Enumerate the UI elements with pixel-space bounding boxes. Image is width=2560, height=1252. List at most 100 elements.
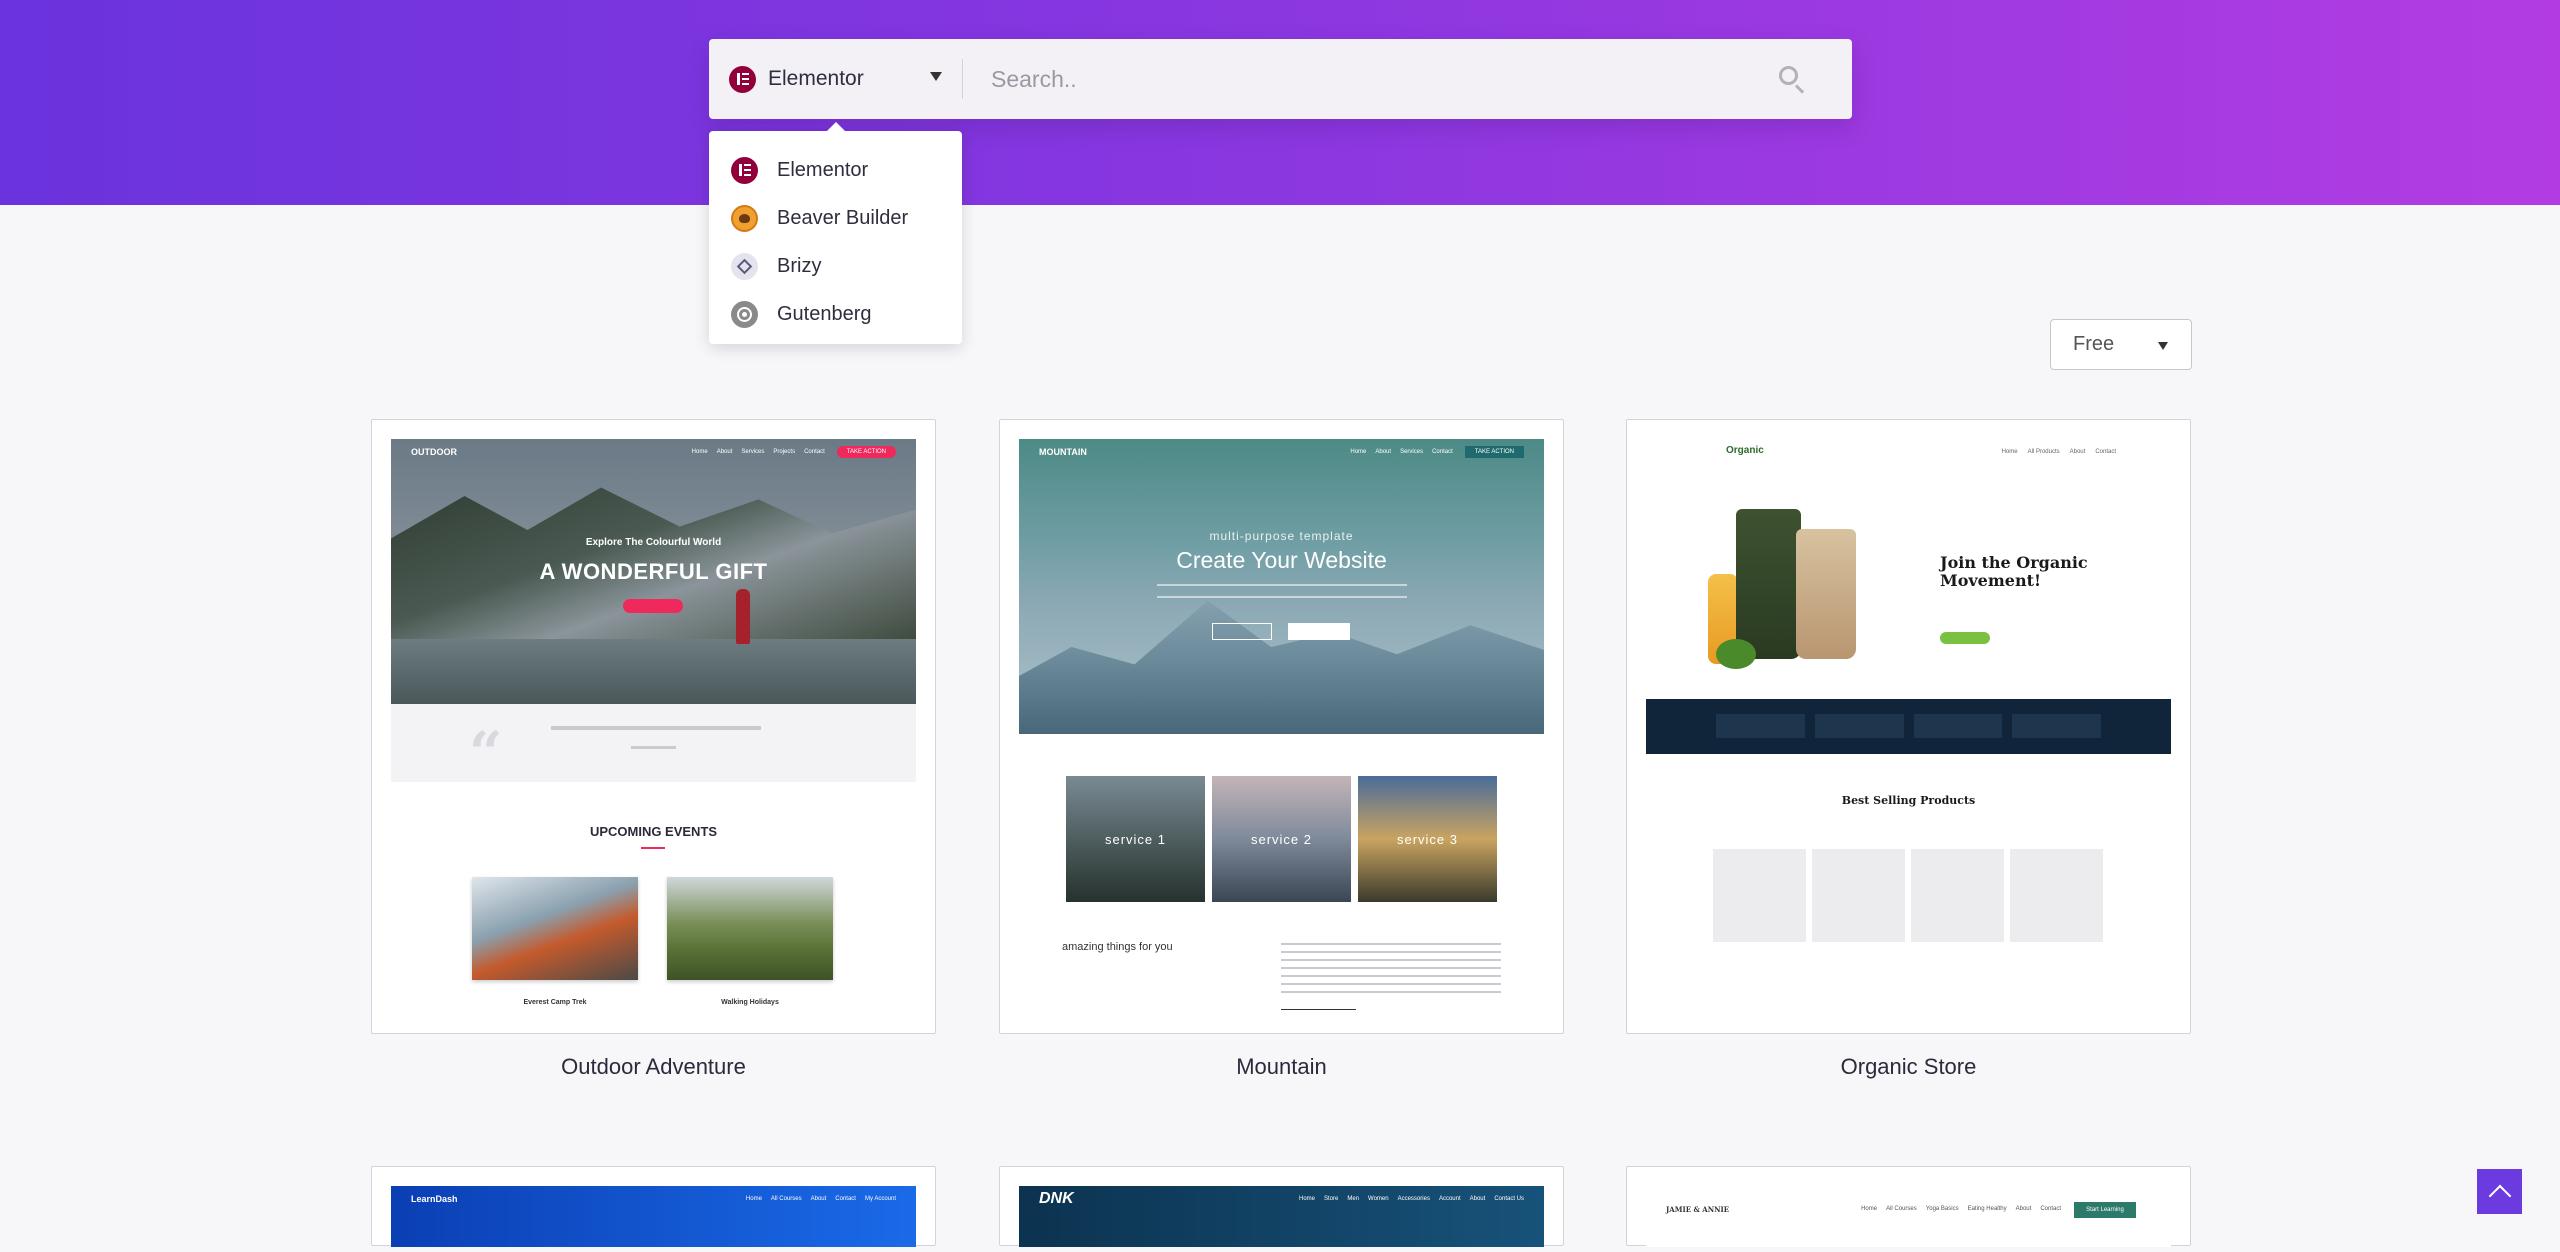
dropdown-item-label: Gutenberg bbox=[777, 302, 872, 325]
template-preview: JAMIE & ANNIE Home All Courses Yoga Basi… bbox=[1646, 1186, 2171, 1247]
gutenberg-icon bbox=[731, 300, 758, 328]
page-builder-selected-label: Elementor bbox=[768, 67, 864, 90]
preview-product-tile bbox=[1812, 849, 1905, 942]
brizy-icon bbox=[731, 252, 758, 280]
preview-product-tile bbox=[2010, 849, 2103, 942]
template-title[interactable]: Organic Store bbox=[1626, 1054, 2191, 1080]
preview-nav-link: About bbox=[1469, 1196, 1486, 1202]
preview-product-bag bbox=[1796, 529, 1856, 659]
template-preview: Organic Home All Products About Contact … bbox=[1646, 439, 2171, 1016]
template-card[interactable]: LearnDash Home All Courses About Contact… bbox=[371, 1166, 936, 1247]
preview-nav-link: Men bbox=[1347, 1196, 1360, 1202]
preview-subheading: Explore The Colourful World bbox=[585, 537, 722, 548]
template-preview: LearnDash Home All Courses About Contact… bbox=[391, 1186, 916, 1247]
beaver-builder-icon bbox=[731, 204, 758, 232]
dropdown-item-gutenberg[interactable]: Gutenberg bbox=[709, 290, 962, 338]
preview-subheading: multi-purpose template bbox=[1209, 529, 1354, 543]
dropdown-item-label: Elementor bbox=[777, 158, 869, 181]
template-search-bar: Elementor bbox=[709, 39, 1852, 119]
preview-nav-link: All Courses bbox=[770, 1196, 802, 1202]
quote-icon: “ bbox=[469, 719, 503, 787]
template-preview: DNK Home Store Men Women Accessories Acc… bbox=[1019, 1186, 1544, 1247]
preview-nav: Home All Products About Contact bbox=[2002, 449, 2116, 455]
preview-service-tile: service 1 bbox=[1066, 776, 1205, 902]
template-title[interactable]: Mountain bbox=[999, 1054, 1564, 1080]
preview-nav-link: Yoga Basics bbox=[1925, 1206, 1959, 1212]
price-filter-select[interactable]: Free bbox=[2050, 319, 2192, 370]
preview-service-tile: service 2 bbox=[1212, 776, 1351, 902]
preview-logo: DNK bbox=[1039, 1190, 1074, 1207]
preview-nav-link: About bbox=[810, 1196, 827, 1202]
preview-heading: A WONDERFUL GIFT bbox=[539, 559, 768, 584]
preview-button bbox=[1940, 632, 1990, 644]
preview-nav: MOUNTAIN Home About Services Contact TAK… bbox=[1019, 439, 1544, 465]
preview-section-title: Best Selling Products bbox=[1841, 794, 1976, 807]
preview-cta: TAKE ACTION bbox=[1464, 446, 1524, 458]
preview-nav-link: Contact bbox=[2040, 1206, 2061, 1212]
preview-nav-link: Home bbox=[2001, 449, 2018, 455]
search-input[interactable] bbox=[963, 39, 1777, 119]
page-builder-select[interactable]: Elementor bbox=[709, 39, 962, 119]
preview-button bbox=[1281, 1009, 1356, 1016]
preview-nav: LearnDash Home All Courses About Contact… bbox=[391, 1186, 916, 1212]
dropdown-item-elementor[interactable]: Elementor bbox=[709, 146, 962, 194]
preview-nav-link: All Courses bbox=[1886, 1206, 1917, 1212]
preview-nav-link: My Account bbox=[864, 1196, 896, 1202]
preview-lake bbox=[391, 639, 916, 704]
preview-heading: Create Your Website bbox=[1176, 547, 1387, 573]
preview-nav-link: About bbox=[1375, 449, 1392, 455]
preview-nav-link: Home bbox=[1298, 1196, 1315, 1202]
preview-person bbox=[736, 589, 750, 644]
scroll-to-top-button[interactable] bbox=[2477, 1169, 2522, 1214]
preview-product-tile bbox=[1713, 849, 1806, 942]
preview-event-caption: Everest Camp Trek bbox=[523, 999, 587, 1006]
preview-button bbox=[1288, 623, 1350, 640]
elementor-icon bbox=[729, 65, 756, 93]
preview-nav-link: Accessories bbox=[1397, 1196, 1430, 1202]
preview-nav-link: Services bbox=[741, 449, 765, 455]
page-builder-dropdown: Elementor Beaver Builder Brizy Gutenberg bbox=[709, 122, 962, 344]
preview-nav-link: Store bbox=[1324, 1196, 1339, 1202]
preview-nav-link: Contact bbox=[804, 449, 825, 455]
preview-event-caption: Walking Holidays bbox=[721, 999, 779, 1006]
template-card-mountain[interactable]: MOUNTAIN Home About Services Contact TAK… bbox=[999, 419, 1564, 1034]
preview-event-image bbox=[472, 877, 638, 980]
preview-nav-link: Home bbox=[691, 449, 708, 455]
preview-nav: OUTDOOR Home About Services Projects Con… bbox=[391, 439, 916, 465]
template-card[interactable]: JAMIE & ANNIE Home All Courses Yoga Basi… bbox=[1626, 1166, 2191, 1247]
preview-logo: JAMIE & ANNIE bbox=[1666, 1204, 1730, 1214]
template-card-outdoor-adventure[interactable]: OUTDOOR Home About Services Projects Con… bbox=[371, 419, 936, 1034]
elementor-icon bbox=[731, 156, 758, 184]
preview-logo: OUTDOOR bbox=[411, 447, 457, 457]
preview-heading: Join the Organic Movement! bbox=[1940, 553, 2088, 591]
chevron-down-icon bbox=[2158, 342, 2168, 350]
chevron-up-icon bbox=[2488, 1184, 2511, 1207]
preview-logo: LearnDash bbox=[411, 1194, 458, 1204]
preview-event-image bbox=[667, 877, 833, 980]
template-card[interactable]: DNK Home Store Men Women Accessories Acc… bbox=[999, 1166, 1564, 1247]
template-title[interactable]: Outdoor Adventure bbox=[371, 1054, 936, 1080]
dropdown-item-brizy[interactable]: Brizy bbox=[709, 242, 962, 290]
preview-nav-link: Women bbox=[1368, 1196, 1389, 1202]
preview-nav-link: All Products bbox=[2027, 449, 2060, 455]
preview-nav-link: Services bbox=[1400, 449, 1424, 455]
preview-product-tile bbox=[1911, 849, 2004, 942]
preview-button bbox=[623, 599, 683, 613]
preview-underline bbox=[641, 847, 665, 849]
preview-nav-link: About bbox=[2069, 449, 2086, 455]
dropdown-item-label: Brizy bbox=[777, 254, 822, 277]
preview-nav-link: Eating Healthy bbox=[1967, 1206, 2007, 1212]
search-icon[interactable] bbox=[1777, 64, 1807, 94]
preview-button bbox=[1212, 623, 1272, 640]
template-preview: MOUNTAIN Home About Services Contact TAK… bbox=[1019, 439, 1544, 1016]
preview-paragraph bbox=[1281, 943, 1501, 993]
preview-nav: DNK Home Store Men Women Accessories Acc… bbox=[1019, 1186, 1544, 1212]
template-card-organic-store[interactable]: Organic Home All Products About Contact … bbox=[1626, 419, 2191, 1034]
preview-nav-link: Projects bbox=[773, 449, 796, 455]
preview-nav-link: Home bbox=[745, 1196, 762, 1202]
preview-nav-link: About bbox=[2015, 1206, 2032, 1212]
dropdown-item-beaver-builder[interactable]: Beaver Builder bbox=[709, 194, 962, 242]
chevron-down-icon bbox=[930, 72, 942, 81]
preview-nav-link: Contact bbox=[2095, 449, 2116, 455]
preview-nav-link: Home bbox=[1861, 1206, 1878, 1212]
